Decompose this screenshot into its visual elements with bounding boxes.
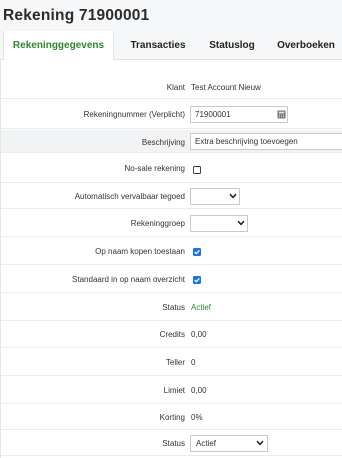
- klant-value: Test Account Nieuw: [191, 83, 261, 92]
- automatisch-label: Automatisch vervalbaar tegoed: [74, 192, 185, 201]
- row-standaard-overzicht: Standaard in op naam overzicht: [1, 266, 342, 293]
- row-klant: Klant Test Account Nieuw: [1, 75, 342, 99]
- credits-value: 0,00: [191, 330, 207, 339]
- standaard-overzicht-checkbox[interactable]: [193, 276, 201, 284]
- row-limiet: Limiet 0,00: [1, 377, 342, 404]
- rekeninggroep-select[interactable]: [190, 215, 248, 232]
- op-naam-kopen-checkbox[interactable]: [193, 248, 201, 256]
- row-status-text: Status Actief: [1, 294, 342, 321]
- row-status-select: Status Actief: [1, 431, 342, 456]
- no-sale-label: No-sale rekening: [124, 164, 185, 173]
- rekeningnummer-value: 71900001: [195, 110, 231, 119]
- tab-statuslog[interactable]: Statuslog: [200, 31, 264, 60]
- rekeninggroep-label: Rekeninggroep: [130, 219, 185, 228]
- page-title: Rekening 71900001: [3, 7, 150, 24]
- status-select-value: Actief: [196, 439, 217, 448]
- chevron-down-icon: [229, 193, 237, 199]
- beschrijving-value: Extra beschrijving toevoegen: [195, 137, 298, 146]
- op-naam-kopen-label: Op naam kopen toestaan: [95, 247, 185, 256]
- standaard-overzicht-label: Standaard in op naam overzicht: [72, 275, 185, 284]
- tab-bar: Rekeninggegevens Transacties Statuslog O…: [0, 31, 342, 61]
- klant-label: Klant: [166, 83, 185, 92]
- chevron-down-icon: [256, 440, 264, 446]
- row-rekeningnummer: Rekeningnummer (Verplicht) 71900001: [1, 100, 342, 129]
- status-value: Actief: [191, 303, 212, 312]
- status-select-label: Status: [162, 439, 185, 448]
- beschrijving-input[interactable]: Extra beschrijving toevoegen: [190, 133, 342, 150]
- row-automatisch-vervalbaar: Automatisch vervalbaar tegoed: [1, 184, 342, 209]
- row-no-sale: No-sale rekening: [1, 154, 342, 183]
- teller-value: 0: [191, 358, 196, 367]
- row-credits: Credits 0,00: [1, 322, 342, 348]
- row-teller: Teller 0: [1, 349, 342, 376]
- credits-label: Credits: [159, 330, 185, 339]
- title-bar: Rekening 71900001: [0, 0, 342, 31]
- korting-label: Korting: [159, 413, 185, 422]
- status-select[interactable]: Actief: [190, 435, 268, 452]
- row-op-naam-kopen: Op naam kopen toestaan: [1, 238, 342, 265]
- beschrijving-label: Beschrijving: [141, 138, 185, 147]
- tab-transacties[interactable]: Transacties: [118, 31, 198, 60]
- limiet-value: 0,00: [191, 386, 207, 395]
- tab-rekeninggegevens[interactable]: Rekeninggegevens: [3, 31, 114, 61]
- row-beschrijving: Beschrijving Extra beschrijving toevoege…: [1, 130, 342, 153]
- chevron-down-icon: [237, 220, 245, 226]
- korting-value: 0%: [191, 413, 203, 422]
- calculator-icon[interactable]: [277, 110, 286, 119]
- rekeningnummer-label: Rekeningnummer (Verplicht): [83, 110, 185, 119]
- teller-label: Teller: [165, 358, 185, 367]
- automatisch-select[interactable]: [190, 188, 240, 205]
- limiet-label: Limiet: [163, 386, 185, 395]
- no-sale-checkbox[interactable]: [193, 166, 201, 174]
- tab-overboeken[interactable]: Overboeken: [270, 31, 342, 60]
- row-korting: Korting 0%: [1, 405, 342, 430]
- rekeningnummer-input[interactable]: 71900001: [190, 106, 288, 123]
- account-details-form: Klant Test Account Nieuw Rekeningnummer …: [0, 60, 342, 458]
- status-label: Status: [162, 303, 185, 312]
- row-rekeninggroep: Rekeninggroep: [1, 210, 342, 237]
